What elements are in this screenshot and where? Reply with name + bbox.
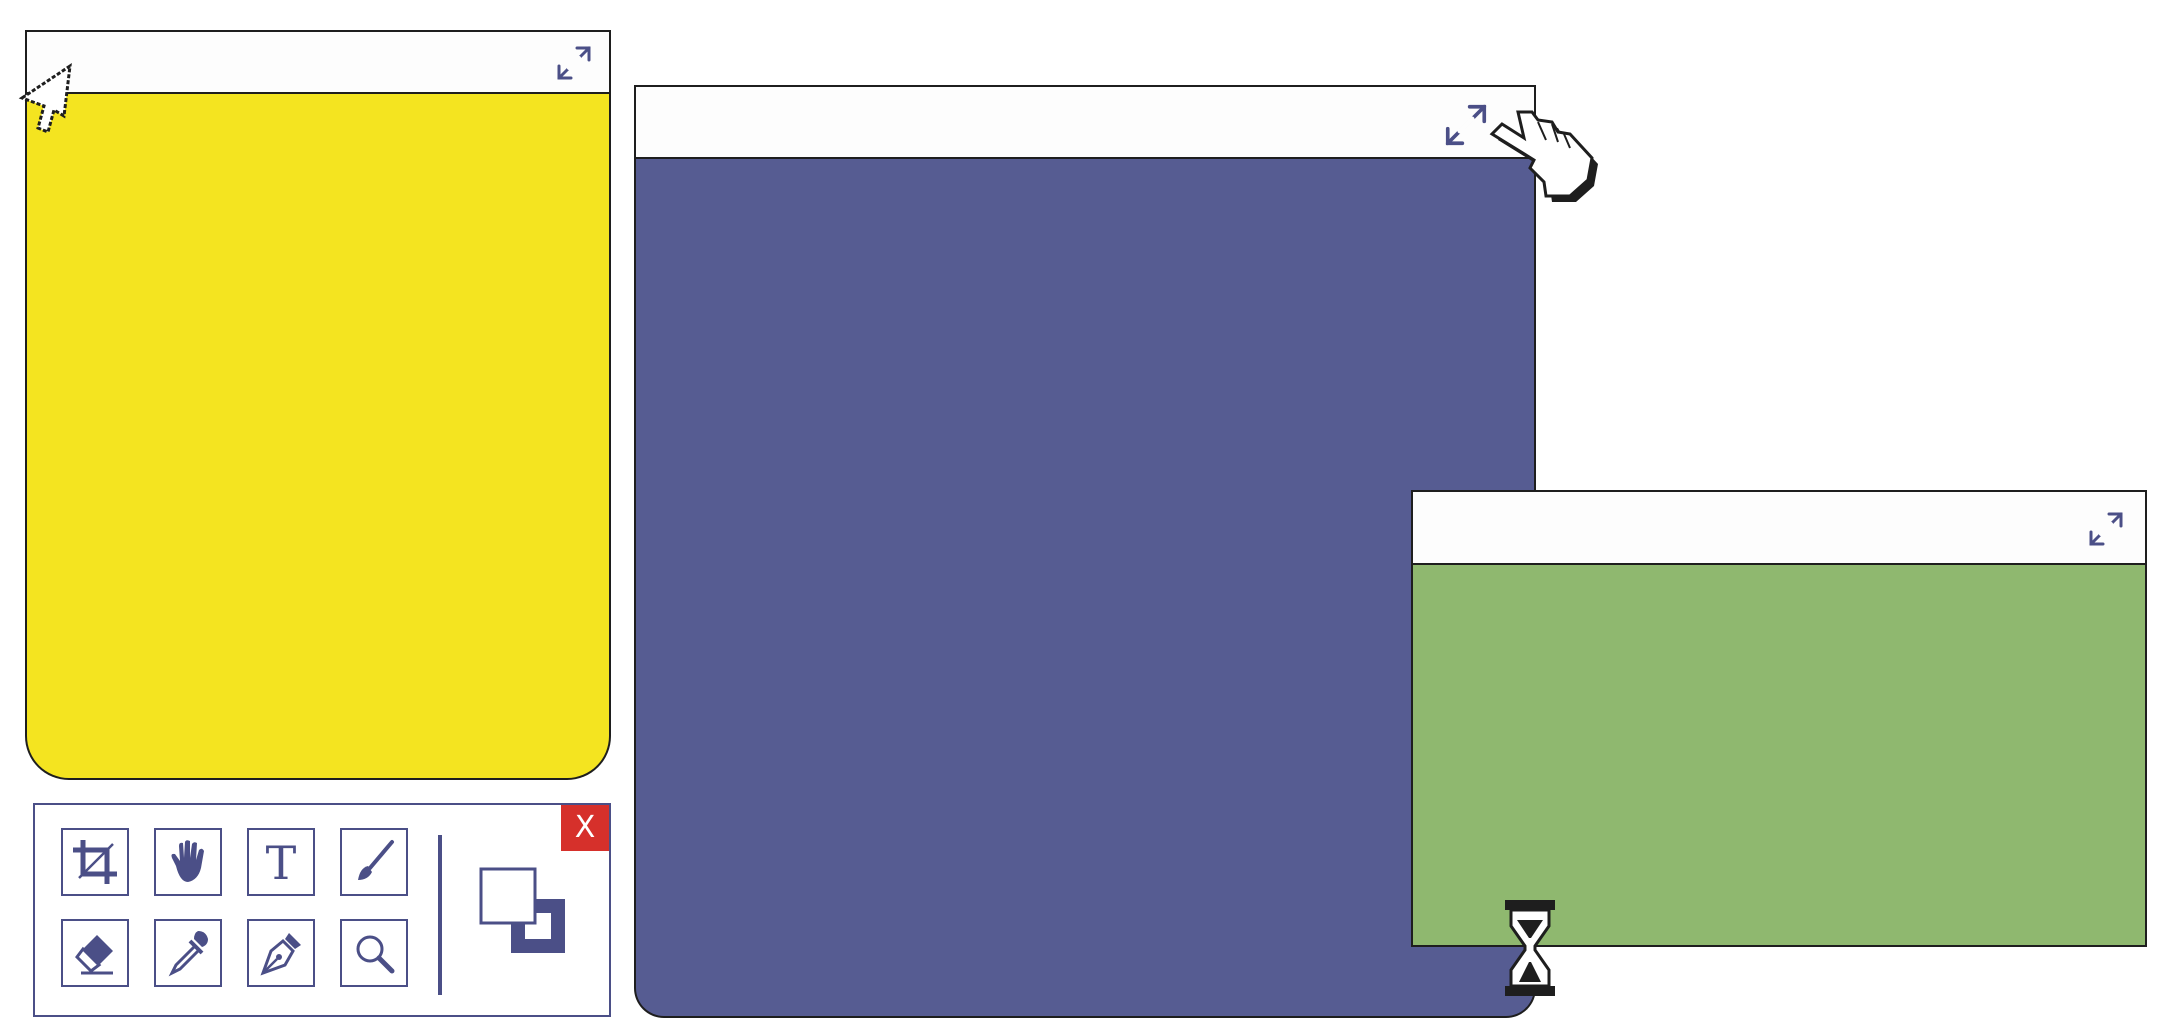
window-titlebar[interactable] (25, 30, 611, 94)
zoom-tool[interactable] (340, 919, 408, 987)
color-swap-icon[interactable] (477, 865, 577, 965)
text-icon: T (266, 836, 297, 888)
window-titlebar[interactable] (1411, 490, 2147, 565)
tool-palette: X T (33, 803, 611, 1017)
eyedropper-icon (168, 931, 208, 977)
crop-icon (73, 840, 117, 884)
maximize-icon[interactable] (551, 40, 597, 86)
toolbox-divider (438, 835, 442, 995)
maximize-icon[interactable] (1438, 97, 1494, 153)
window-content (1411, 565, 2147, 947)
maximize-icon[interactable] (2083, 506, 2129, 552)
window-content (25, 94, 611, 780)
pen-nib-icon (260, 933, 301, 976)
crop-tool[interactable] (61, 828, 129, 896)
window-green[interactable] (1411, 490, 2147, 947)
window-content (634, 159, 1536, 1018)
eyedropper-tool[interactable] (154, 919, 222, 987)
hand-icon (171, 840, 204, 882)
magnifier-icon (356, 935, 395, 974)
eraser-tool[interactable] (61, 919, 129, 987)
pen-tool[interactable] (247, 919, 315, 987)
text-tool[interactable]: T (247, 828, 315, 896)
window-yellow[interactable] (25, 30, 611, 780)
close-button[interactable]: X (561, 805, 609, 851)
eraser-icon (75, 935, 113, 975)
brush-tool[interactable] (340, 828, 408, 896)
svg-text:T: T (266, 836, 297, 888)
window-titlebar[interactable] (634, 85, 1536, 159)
window-blue[interactable] (634, 85, 1536, 1018)
hand-tool[interactable] (154, 828, 222, 896)
brush-icon (358, 840, 394, 880)
